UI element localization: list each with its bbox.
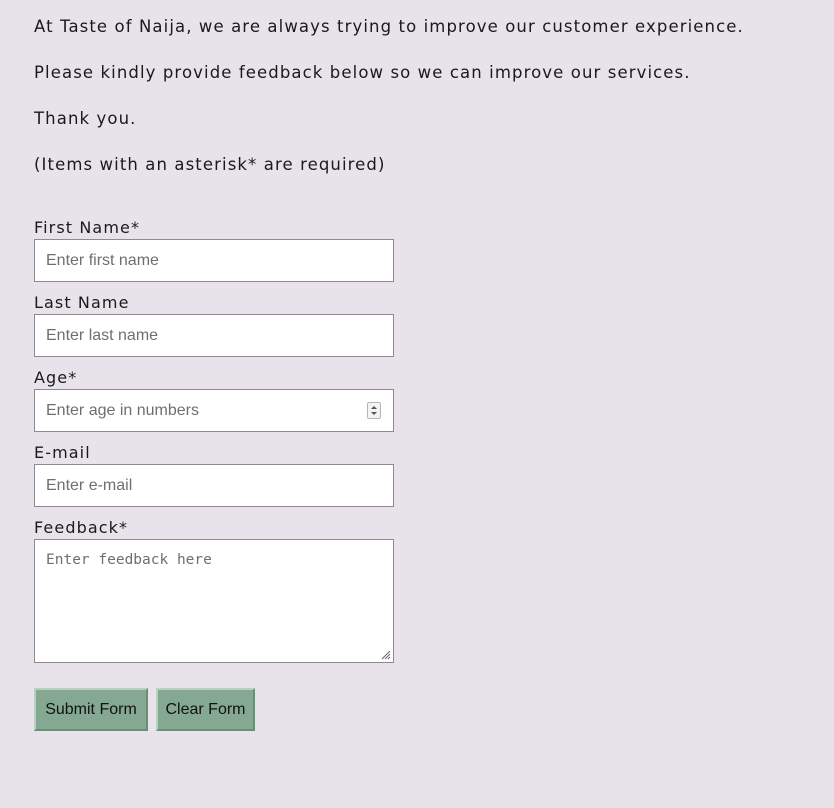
feedback-label: Feedback* [34, 518, 129, 537]
age-label: Age* [34, 368, 78, 387]
last-name-label: Last Name [34, 293, 130, 312]
email-label: E-mail [34, 443, 91, 462]
required-note: (Items with an asterisk* are required) [34, 155, 386, 174]
intro-line-2: Please kindly provide feedback below so … [34, 63, 691, 82]
increment-arrow-icon[interactable] [371, 406, 377, 409]
intro-line-1: At Taste of Naija, we are always trying … [34, 17, 744, 36]
email-input[interactable] [34, 464, 394, 507]
last-name-input[interactable] [34, 314, 394, 357]
age-field [34, 389, 394, 432]
resize-grip-icon[interactable] [379, 648, 391, 660]
clear-form-button[interactable]: Clear Form [156, 688, 255, 731]
intro-line-3: Thank you. [34, 109, 137, 128]
age-spinner[interactable] [367, 402, 381, 419]
feedback-textarea[interactable] [34, 539, 394, 663]
age-input[interactable] [34, 389, 394, 432]
first-name-label: First Name* [34, 218, 141, 237]
feedback-field [34, 539, 394, 663]
first-name-input[interactable] [34, 239, 394, 282]
submit-form-button[interactable]: Submit Form [34, 688, 148, 731]
decrement-arrow-icon[interactable] [371, 412, 377, 415]
